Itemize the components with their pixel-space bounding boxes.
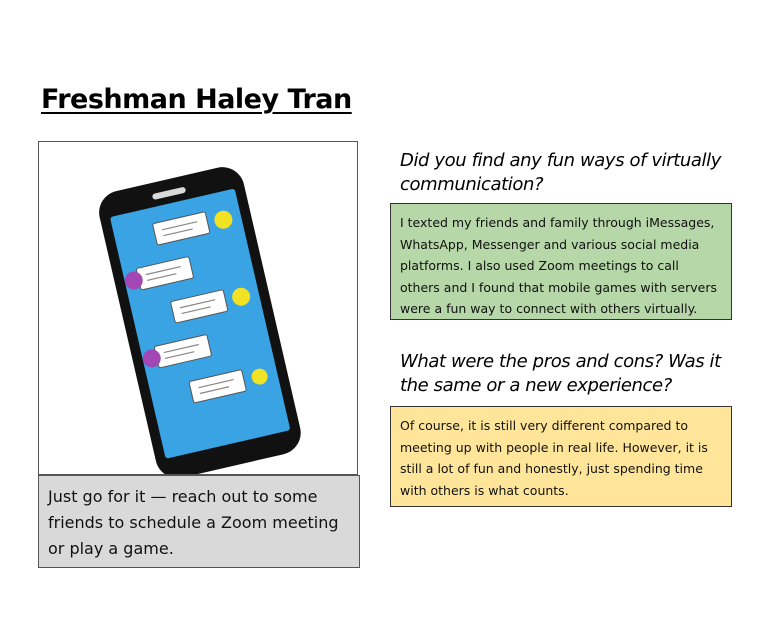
caption-box: Just go for it — reach out to some frien… — [38, 475, 360, 568]
answer-1-box: I texted my friends and family through i… — [390, 203, 732, 320]
phone-illustration-frame — [38, 141, 358, 475]
question-1: Did you find any fun ways of virtually c… — [400, 150, 721, 195]
page-title: Freshman Haley Tran — [41, 84, 352, 115]
answer-2-box: Of course, it is still very different co… — [390, 406, 732, 507]
phone-illustration — [99, 167, 301, 474]
question-2: What were the pros and cons? Was it the … — [400, 351, 721, 396]
